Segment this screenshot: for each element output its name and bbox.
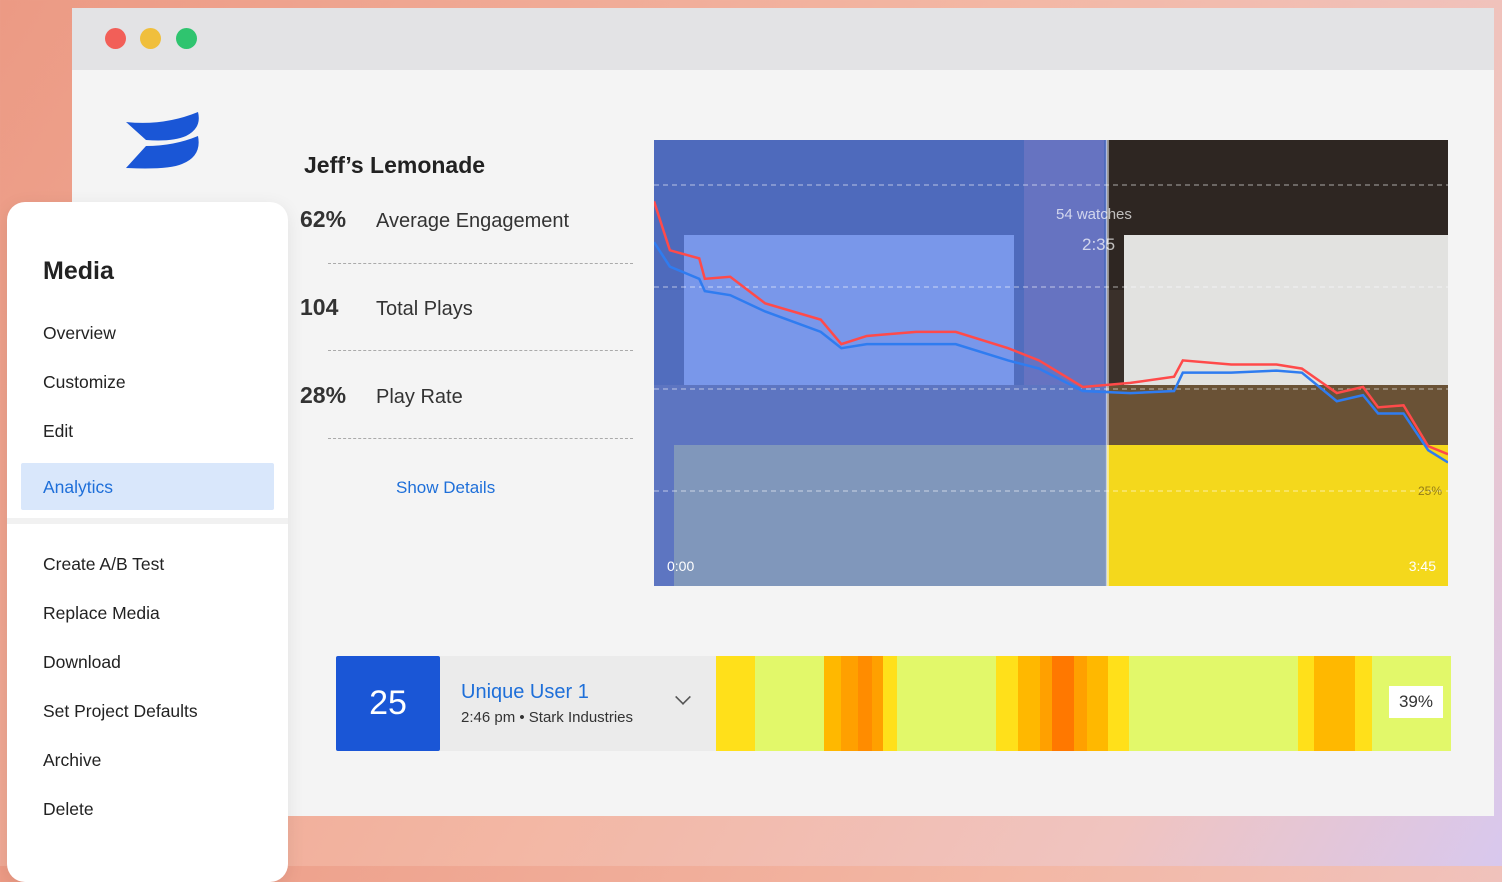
heatmap-segment — [1051, 656, 1075, 751]
show-details-link[interactable]: Show Details — [396, 478, 495, 498]
hover-watches-label: 54 watches — [1056, 206, 1132, 223]
viewer-count: 25 — [336, 656, 440, 751]
heatmap-segment — [896, 656, 996, 751]
end-time-label: 3:45 — [1408, 558, 1436, 574]
stat-value: 28% — [300, 382, 347, 408]
sidebar-item-archive[interactable]: Archive — [43, 750, 101, 771]
minimize-button[interactable] — [140, 28, 161, 49]
engagement-series-line-1 — [654, 241, 1448, 464]
heatmap-segment — [871, 656, 883, 751]
sidebar-item-set-project-defaults[interactable]: Set Project Defaults — [43, 701, 198, 722]
engagement-chart — [654, 140, 1448, 586]
divider — [7, 518, 288, 524]
stat-value: 62% — [300, 206, 347, 232]
hover-time-label: 2:35 — [1082, 235, 1116, 254]
close-button[interactable] — [105, 28, 126, 49]
stat-play-rate: 28% Play Rate — [300, 382, 463, 409]
heatmap-segment — [1086, 656, 1108, 751]
divider — [328, 438, 633, 439]
sidebar-item-edit[interactable]: Edit — [43, 421, 73, 442]
heatmap-segment — [1107, 656, 1129, 751]
sidebar-title: Media — [43, 257, 114, 285]
heatmap-segment — [754, 656, 824, 751]
heatmap-segment — [1017, 656, 1040, 751]
wistia-logo-icon[interactable] — [124, 110, 200, 172]
sidebar-item-download[interactable]: Download — [43, 652, 121, 673]
stat-total-plays: 104 Total Plays — [300, 294, 473, 321]
start-time-label: 0:00 — [667, 558, 695, 574]
viewer-meta: 2:46 pm • Stark Industries — [461, 709, 633, 726]
heatmap-segment — [995, 656, 1018, 751]
sidebar-item-overview[interactable]: Overview — [43, 323, 116, 344]
stat-average-engagement: 62% Average Engagement — [300, 206, 569, 233]
maximize-button[interactable] — [176, 28, 197, 49]
heatmap-segment — [1128, 656, 1298, 751]
media-title: Jeff’s Lemonade — [304, 152, 486, 178]
viewer-name-link[interactable]: Unique User 1 — [461, 681, 589, 704]
heatmap-segment — [1354, 656, 1373, 751]
stat-label: Play Rate — [376, 386, 463, 408]
viewer-row[interactable]: 25 Unique User 1 2:46 pm • Stark Industr… — [336, 656, 1452, 751]
heatmap-segment — [857, 656, 872, 751]
viewer-percent-watched: 39% — [1388, 686, 1443, 718]
heatmap-segment — [1313, 656, 1356, 751]
heatmap-segment — [716, 656, 755, 751]
stat-value: 104 — [300, 294, 339, 320]
heatmap-segment — [1073, 656, 1087, 751]
sidebar-item-delete[interactable]: Delete — [43, 799, 94, 820]
divider — [328, 263, 633, 264]
grid-label: 25% — [1417, 484, 1442, 498]
title-bar — [72, 8, 1494, 70]
chevron-down-icon[interactable] — [675, 689, 691, 705]
media-sidebar: Media Overview Customize Edit Analytics … — [7, 202, 288, 882]
divider — [328, 350, 633, 351]
viewer-heatmap: 39% — [716, 656, 1452, 751]
sidebar-item-customize[interactable]: Customize — [43, 372, 126, 393]
heatmap-segment — [882, 656, 897, 751]
heatmap-segment — [1297, 656, 1315, 751]
heatmap-segment — [1039, 656, 1052, 751]
stat-label: Total Plays — [376, 298, 473, 320]
viewer-info: Unique User 1 2:46 pm • Stark Industries — [440, 656, 716, 751]
sidebar-item-create-ab-test[interactable]: Create A/B Test — [43, 554, 164, 575]
heatmap-segment — [823, 656, 842, 751]
engagement-series-line-0 — [654, 200, 1448, 456]
sidebar-item-replace-media[interactable]: Replace Media — [43, 603, 160, 624]
stat-label: Average Engagement — [376, 210, 570, 232]
heatmap-segment — [840, 656, 858, 751]
engagement-graph-video[interactable]: 0:00 3:45 54 watches 2:35 25% — [654, 140, 1448, 586]
sidebar-item-analytics[interactable]: Analytics — [43, 477, 113, 498]
